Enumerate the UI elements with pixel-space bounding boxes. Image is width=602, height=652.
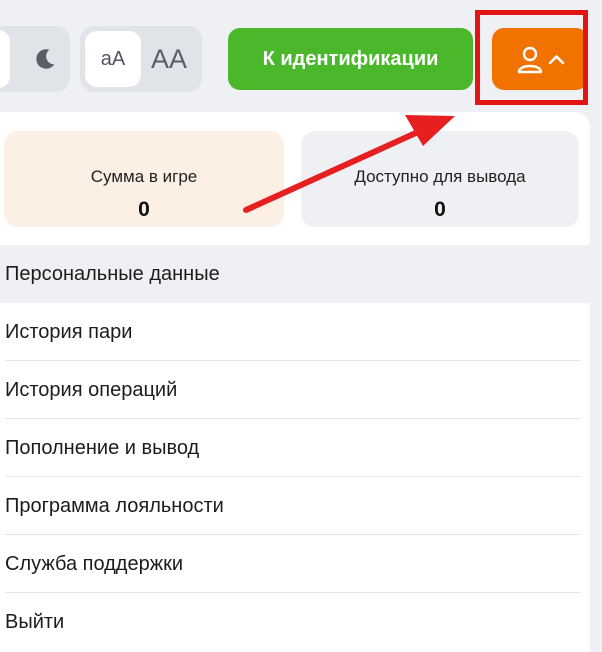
font-size-large-option[interactable]: AA <box>141 31 197 87</box>
available-value: 0 <box>434 198 446 221</box>
menu-item-label: История пари <box>5 320 133 343</box>
menu-item-deposit-withdraw[interactable]: Пополнение и вывод <box>0 419 590 477</box>
menu-item-personal-data[interactable]: Персональные данные <box>0 245 590 303</box>
menu-item-label: Служба поддержки <box>5 552 184 575</box>
menu-item-support[interactable]: Служба поддержки <box>0 535 590 593</box>
menu-item-operations-history[interactable]: История операций <box>0 361 590 419</box>
font-size-toggle[interactable]: aA AA <box>80 26 202 92</box>
menu-item-logout[interactable]: Выйти <box>0 593 590 651</box>
menu-item-bet-history[interactable]: История пари <box>0 303 590 361</box>
theme-toggle[interactable] <box>0 26 70 92</box>
font-size-small-option[interactable]: aA <box>85 31 141 87</box>
in-game-balance-card: Сумма в игре 0 <box>4 131 284 227</box>
in-game-label: Сумма в игре <box>90 167 198 186</box>
menu-item-label: Пополнение и вывод <box>5 436 200 459</box>
account-menu: Персональные данные История пари История… <box>0 245 590 651</box>
light-theme-option[interactable] <box>0 30 10 88</box>
menu-item-loyalty-program[interactable]: Программа лояльности <box>0 477 590 535</box>
menu-item-label: Программа лояльности <box>5 494 224 517</box>
top-toolbar: aA AA К идентификации <box>0 0 602 112</box>
identification-button[interactable]: К идентификации <box>228 28 473 90</box>
menu-item-label: Персональные данные <box>5 262 220 285</box>
account-dropdown-panel: Сумма в игре 0 Доступно для вывода 0 Пер… <box>0 112 590 652</box>
in-game-value: 0 <box>138 198 150 221</box>
moon-icon[interactable] <box>32 46 58 72</box>
menu-item-label: Выйти <box>5 610 65 633</box>
highlight-box <box>475 10 588 105</box>
available-label: Доступно для вывода <box>354 167 526 186</box>
menu-item-label: История операций <box>5 378 178 401</box>
available-balance-card: Доступно для вывода 0 <box>301 131 579 227</box>
